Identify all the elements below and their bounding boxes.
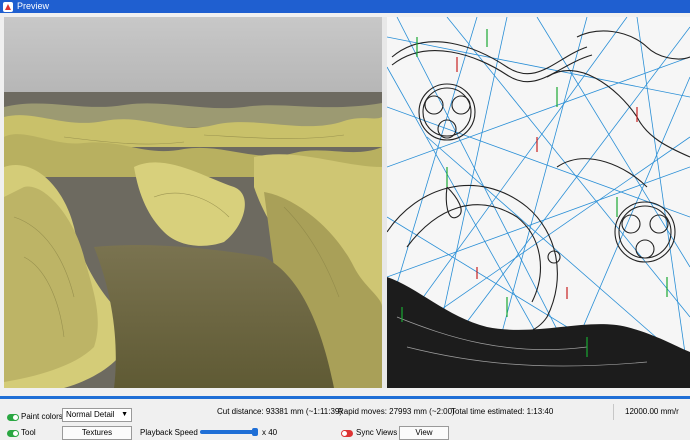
textures-button[interactable]: Textures xyxy=(62,426,132,440)
paint-colors-label: Paint colors xyxy=(21,412,63,421)
3d-simulation-view[interactable] xyxy=(4,17,382,388)
status-separator xyxy=(613,404,614,420)
paint-colors-toggle[interactable] xyxy=(7,414,19,421)
cut-distance-text: Cut distance: 93381 mm (~1:11:39) xyxy=(217,407,343,416)
rapid-moves-text: Rapid moves: 27993 mm (~2:00) xyxy=(338,407,455,416)
playback-speed-label: Playback Speed xyxy=(140,428,198,437)
tool-label: Tool xyxy=(21,428,36,437)
2d-toolpath-view[interactable] xyxy=(387,17,690,388)
total-time-text: Total time estimated: 1:13:40 xyxy=(451,407,554,416)
terrain-render xyxy=(4,17,382,388)
slider-thumb[interactable] xyxy=(252,428,258,436)
sync-views-label: Sync Views xyxy=(356,428,398,437)
control-bar: Paint colors Normal Detail ▼ Tool Textur… xyxy=(0,399,690,440)
view-button[interactable]: View xyxy=(399,426,449,440)
toolpath-render xyxy=(387,17,690,388)
feed-rate-text: 12000.00 mm/r xyxy=(625,407,679,416)
playback-speed-value: x 40 xyxy=(262,428,278,437)
detail-level-value: Normal Detail xyxy=(66,410,115,419)
window-title: Preview xyxy=(17,1,50,11)
title-bar: Preview xyxy=(0,0,690,13)
detail-level-select[interactable]: Normal Detail ▼ xyxy=(62,408,132,422)
app-icon xyxy=(3,1,13,12)
chevron-down-icon: ▼ xyxy=(121,411,128,418)
playback-speed-slider[interactable] xyxy=(200,428,258,436)
